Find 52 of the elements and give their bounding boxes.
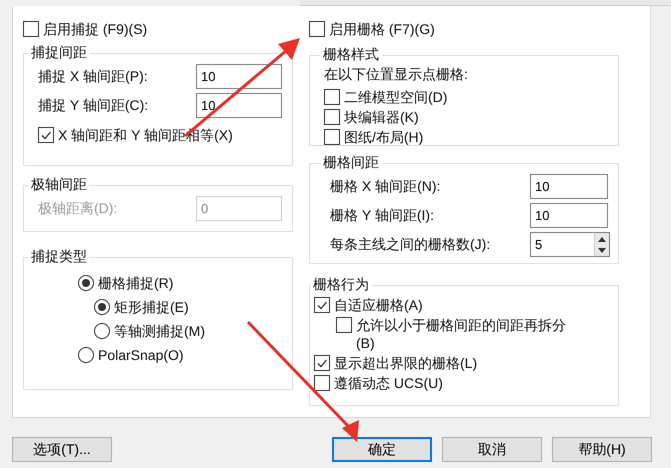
dialog-button[interactable]: 取消 [442, 437, 542, 462]
input-field[interactable]: 10 [530, 203, 608, 228]
input-field[interactable]: 10 [196, 93, 282, 118]
checkbox[interactable] [314, 355, 330, 371]
field-label: 栅格 X 轴间距(N): [330, 178, 440, 196]
checkbox[interactable] [314, 297, 330, 313]
checkbox[interactable] [324, 129, 340, 145]
checkbox-label: 二维模型空间(D) [344, 88, 448, 106]
dialog-button[interactable]: 确定 [332, 437, 432, 462]
field-label: 栅格 Y 轴间距(I): [330, 206, 434, 224]
radio-button[interactable] [94, 299, 110, 315]
check-icon [40, 129, 52, 141]
checkbox[interactable] [324, 89, 340, 105]
group-title: 栅格间距 [322, 154, 380, 172]
checkbox-label: 允许以小于栅格间距的间距再拆分(B) [356, 316, 567, 352]
input-field[interactable]: 10 [530, 174, 608, 199]
radio-label: 栅格捕捉(R) [98, 274, 174, 292]
checkbox-label: 启用栅格 (F7)(G) [329, 20, 435, 38]
group-title: 栅格样式 [322, 46, 380, 64]
group-title: 栅格行为 [312, 276, 370, 294]
field-label: 捕捉 Y 轴间距(C): [38, 96, 148, 114]
checkbox[interactable] [38, 127, 54, 143]
field-label: 极轴距离(D): [38, 200, 118, 218]
checkbox-label: 启用捕捉 (F9)(S) [43, 20, 148, 38]
field-label: 每条主线之间的栅格数(J): [330, 236, 490, 254]
checkbox[interactable] [336, 317, 352, 333]
radio-label: 矩形捕捉(E) [114, 298, 189, 316]
dialog-button[interactable]: 帮助(H) [552, 437, 652, 462]
radio-button[interactable] [78, 275, 94, 291]
checkbox-label: 自适应栅格(A) [334, 296, 423, 314]
spinner-field[interactable]: 5 [530, 232, 594, 257]
radio-label: PolarSnap(O) [98, 346, 184, 364]
checkbox[interactable] [23, 21, 39, 37]
checkbox[interactable] [324, 109, 340, 125]
check-icon [316, 299, 328, 311]
group-title: 捕捉类型 [30, 248, 88, 266]
checkbox[interactable] [314, 375, 330, 391]
group-title: 捕捉间距 [30, 44, 88, 62]
checkbox-label: 显示超出界限的栅格(L) [334, 354, 478, 372]
dialog-button[interactable]: 选项(T)... [12, 437, 112, 462]
field-label: 捕捉 X 轴间距(P): [38, 68, 148, 86]
input-field[interactable]: 10 [196, 64, 282, 89]
caption-text: 在以下位置显示点栅格: [324, 66, 469, 84]
radio-label: 等轴测捕捉(M) [114, 322, 205, 340]
checkbox-label: 块编辑器(K) [344, 108, 419, 126]
check-icon [316, 357, 328, 369]
checkbox-label: 遵循动态 UCS(U) [334, 374, 443, 392]
radio-button[interactable] [94, 323, 110, 339]
radio-button[interactable] [78, 347, 94, 363]
checkbox-label: 图纸/布局(H) [344, 128, 424, 146]
checkbox[interactable] [309, 21, 325, 37]
group-title: 极轴间距 [30, 176, 88, 194]
